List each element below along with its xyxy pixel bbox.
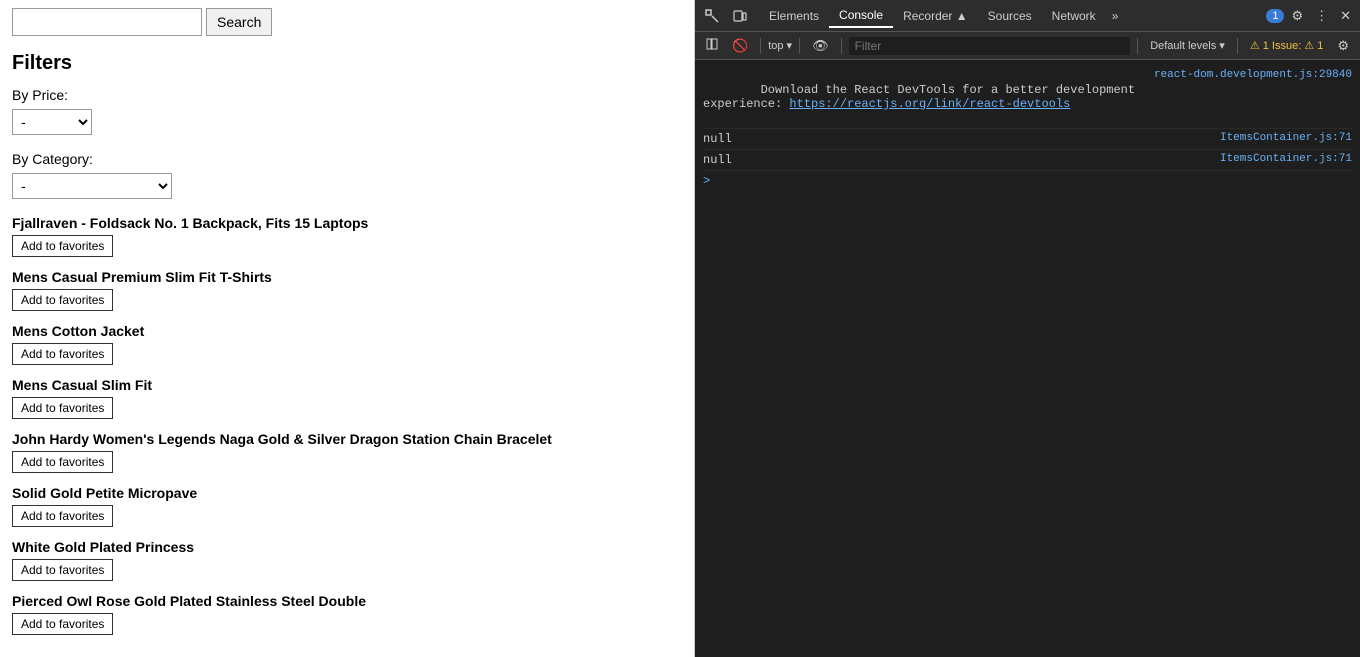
add-to-favorites-button[interactable]: Add to favorites <box>12 613 113 635</box>
issues-badge: 1 <box>1266 9 1284 23</box>
toolbar-divider-2 <box>799 38 800 54</box>
devtools-topbar: Elements Console Recorder ▲ Sources Netw… <box>695 0 1360 32</box>
null-file-ref-2[interactable]: ItemsContainer.js:71 <box>1220 153 1352 167</box>
console-output: Download the React DevTools for a better… <box>695 60 1360 657</box>
null-value-1: null <box>703 132 732 146</box>
category-filter-section: By Category: - Electronics Clothing Jewe… <box>12 151 682 199</box>
devtools-close-btn[interactable]: ✕ <box>1335 6 1356 26</box>
devtools-panel: Elements Console Recorder ▲ Sources Netw… <box>695 0 1360 657</box>
toolbar-divider-3 <box>841 38 842 54</box>
price-filter-label: By Price: <box>12 87 682 103</box>
category-filter-select[interactable]: - Electronics Clothing Jewelry Bags <box>12 173 172 199</box>
tab-elements[interactable]: Elements <box>759 5 829 27</box>
add-to-favorites-button[interactable]: Add to favorites <box>12 235 113 257</box>
top-frame-label: top ▾ <box>768 39 792 52</box>
product-name: John Hardy Women's Legends Naga Gold & S… <box>12 431 682 447</box>
tab-sources[interactable]: Sources <box>978 5 1042 27</box>
search-button[interactable]: Search <box>206 8 272 36</box>
price-filter-section: By Price: - 0-50 50-100 100-200 200+ <box>12 87 682 135</box>
product-name: Solid Gold Petite Micropave <box>12 485 682 501</box>
product-item: John Hardy Women's Legends Naga Gold & S… <box>12 431 682 481</box>
console-filter-input[interactable] <box>849 37 1131 55</box>
console-eye-btn[interactable]: 👁 <box>807 36 834 56</box>
console-arrow-prompt[interactable]: > <box>703 171 1352 191</box>
product-name: Mens Casual Slim Fit <box>12 377 682 393</box>
product-item: Solid Gold Petite Micropave Add to favori… <box>12 485 682 535</box>
console-settings-btn[interactable]: ⚙ <box>1332 36 1354 56</box>
product-name: Mens Casual Premium Slim Fit T-Shirts <box>12 269 682 285</box>
product-name: Fjallraven - Foldsack No. 1 Backpack, Fi… <box>12 215 682 231</box>
search-bar: Search <box>12 8 682 36</box>
tab-recorder[interactable]: Recorder ▲ <box>893 5 978 27</box>
add-to-favorites-button[interactable]: Add to favorites <box>12 343 113 365</box>
category-filter-label: By Category: <box>12 151 682 167</box>
console-toolbar: 🚫 top ▾ 👁 Default levels ▾ ⚠ 1 Issue: ⚠ … <box>695 32 1360 60</box>
toolbar-divider-4 <box>1137 38 1138 54</box>
null-file-ref-1[interactable]: ItemsContainer.js:71 <box>1220 132 1352 146</box>
issue-badge: ⚠ 1 Issue: ⚠ 1 <box>1245 37 1329 54</box>
console-null-row-2: null ItemsContainer.js:71 <box>703 150 1352 171</box>
console-file-ref-react[interactable]: react-dom.development.js:29840 <box>1154 69 1352 81</box>
product-item: White Gold Plated Princess Add to favorit… <box>12 539 682 589</box>
product-item: Pierced Owl Rose Gold Plated Stainless S… <box>12 593 682 643</box>
search-input[interactable] <box>12 8 202 36</box>
console-message-react: Download the React DevTools for a better… <box>703 66 1352 129</box>
filters-title: Filters <box>12 52 682 75</box>
toolbar-divider-5 <box>1237 38 1238 54</box>
add-to-favorites-button[interactable]: Add to favorites <box>12 289 113 311</box>
product-item: Mens Cotton Jacket Add to favorites <box>12 323 682 373</box>
inspect-icon-btn[interactable] <box>699 6 725 26</box>
product-item: Mens Casual Slim Fit Add to favorites <box>12 377 682 427</box>
default-levels-btn[interactable]: Default levels ▾ <box>1145 37 1230 54</box>
product-name: White Gold Plated Princess <box>12 539 682 555</box>
products-list: Fjallraven - Foldsack No. 1 Backpack, Fi… <box>12 215 682 643</box>
tab-network[interactable]: Network <box>1042 5 1106 27</box>
console-message-text: Download the React DevTools for a better… <box>703 69 1146 125</box>
devtools-settings-btn[interactable]: ⚙ <box>1286 6 1308 26</box>
devtools-tabs-row: Elements Console Recorder ▲ Sources Netw… <box>755 4 1264 28</box>
toolbar-divider <box>760 38 761 54</box>
add-to-favorites-button[interactable]: Add to favorites <box>12 559 113 581</box>
product-name: Mens Cotton Jacket <box>12 323 682 339</box>
console-sidebar-toggle[interactable] <box>701 36 723 55</box>
product-item: Mens Casual Premium Slim Fit T-Shirts Add… <box>12 269 682 319</box>
top-right-icons: 1 ⚙ ⋮ ✕ <box>1266 6 1356 26</box>
app-panel: Search Filters By Price: - 0-50 50-100 1… <box>0 0 695 657</box>
add-to-favorites-button[interactable]: Add to favorites <box>12 397 113 419</box>
react-devtools-msg: Download the React DevTools for a better… <box>703 83 1142 111</box>
device-icon-btn[interactable] <box>727 6 753 26</box>
add-to-favorites-button[interactable]: Add to favorites <box>12 505 113 527</box>
devtools-more-btn[interactable]: ⋮ <box>1310 6 1333 26</box>
more-tabs-btn[interactable]: » <box>1106 5 1125 27</box>
console-null-row-1: null ItemsContainer.js:71 <box>703 129 1352 150</box>
tab-console[interactable]: Console <box>829 4 893 28</box>
product-name: Pierced Owl Rose Gold Plated Stainless S… <box>12 593 682 609</box>
console-clear-btn[interactable]: 🚫 <box>727 36 753 56</box>
react-devtools-link[interactable]: https://reactjs.org/link/react-devtools <box>789 97 1070 111</box>
null-value-2: null <box>703 153 732 167</box>
add-to-favorites-button[interactable]: Add to favorites <box>12 451 113 473</box>
product-item: Fjallraven - Foldsack No. 1 Backpack, Fi… <box>12 215 682 265</box>
price-filter-select[interactable]: - 0-50 50-100 100-200 200+ <box>12 109 92 135</box>
